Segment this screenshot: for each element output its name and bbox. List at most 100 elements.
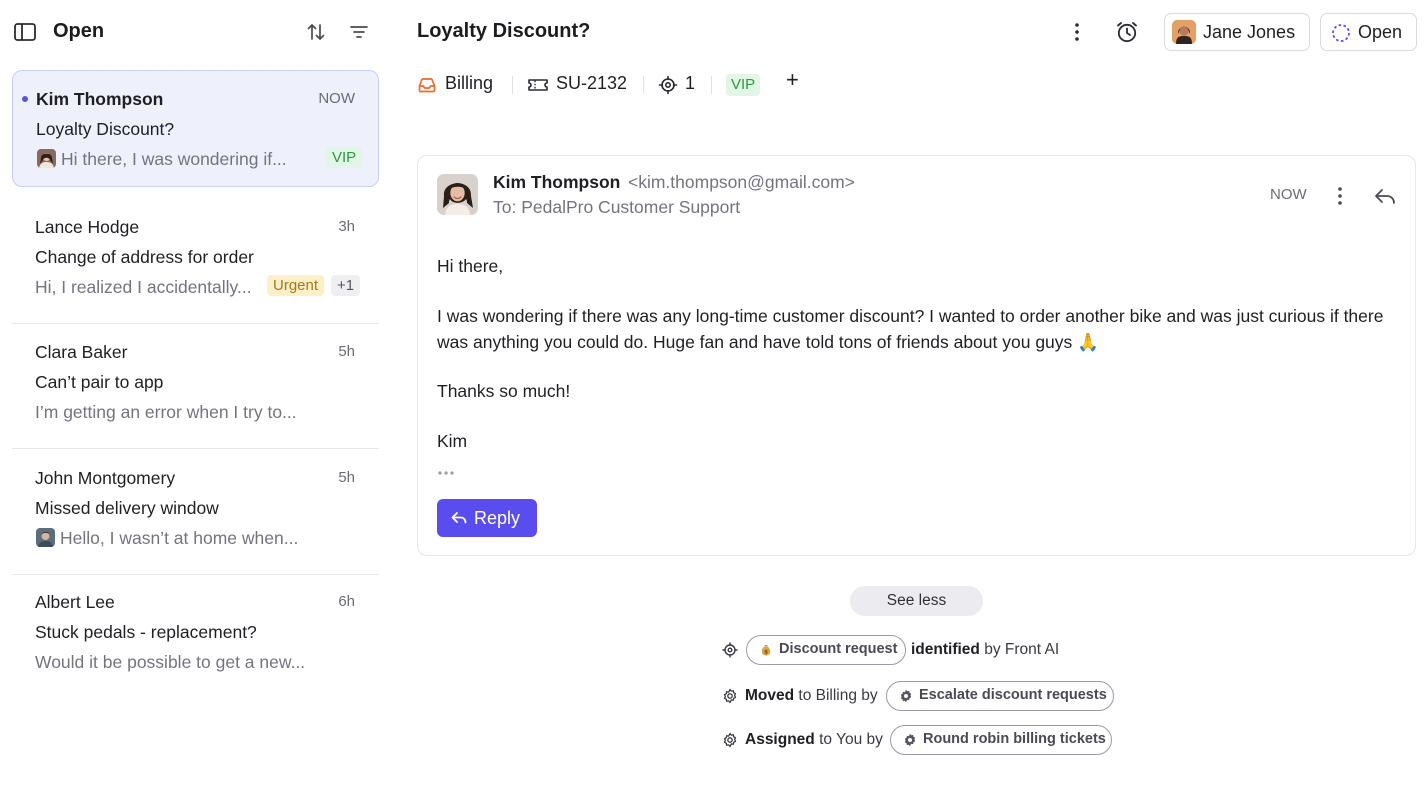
sort-icon[interactable]	[305, 21, 327, 43]
sidebar-toggle-icon[interactable]	[14, 22, 36, 42]
show-trimmed-content-icon[interactable]	[437, 468, 457, 478]
status-label: Open	[1358, 22, 1403, 42]
message-greeting: Hi there,	[437, 256, 504, 276]
assignee-avatar	[1172, 20, 1196, 44]
target-icon	[658, 75, 678, 95]
conversation-subject: Missed delivery window	[35, 498, 219, 518]
reply-button[interactable]: Reply	[437, 499, 537, 537]
tag-pill-label: Discount request	[779, 641, 898, 657]
conversation-preview: Hi there, I was wondering if...	[61, 149, 287, 169]
unread-dot	[22, 96, 28, 102]
activity-rest: to You by	[819, 731, 883, 748]
conversation-preview: Hello, I wasn’t at home when...	[60, 528, 299, 548]
conversation-preview: Hi, I realized I accidentally...	[35, 277, 252, 297]
activity-rest: by Front AI	[984, 641, 1060, 658]
conversation-sender: John Montgomery	[35, 468, 176, 488]
rule-pill[interactable]: Escalate discount requests	[886, 681, 1114, 711]
conversation-time: 3h	[338, 218, 355, 235]
conversation-item-kim-thompson[interactable]: Kim Thompson NOW Loyalty Discount? Hi th…	[12, 70, 379, 187]
sender-name: Kim Thompson	[493, 172, 621, 192]
assignee-button[interactable]: Jane Jones	[1164, 13, 1310, 51]
conversation-time: 5h	[338, 469, 355, 486]
vip-tag: VIP	[326, 147, 363, 168]
conversation-subject: Change of address for order	[35, 247, 254, 267]
conversation-item-albert-lee[interactable]: Albert Lee 6h Stuck pedals - replacement…	[12, 574, 379, 691]
sender-email: <kim.thompson@gmail.com>	[628, 172, 855, 192]
urgent-tag: Urgent	[267, 275, 325, 296]
message-more-options-icon[interactable]	[1329, 185, 1351, 207]
conversation-subject: Can’t pair to app	[35, 372, 164, 392]
separator	[643, 76, 644, 94]
activity-rest: to Billing by	[798, 687, 878, 704]
open-status-icon	[1332, 24, 1350, 42]
conversation-subject: Loyalty Discount?	[36, 119, 175, 139]
rule-pill-label: Escalate discount requests	[919, 687, 1107, 703]
email-message-card: Kim Thompson <kim.thompson@gmail.com> To…	[417, 155, 1416, 556]
assignee-name: Jane Jones	[1203, 22, 1296, 42]
activity-text: Moved to Billing by	[745, 687, 878, 705]
conversation-sender: Lance Hodge	[35, 217, 140, 237]
see-less-button[interactable]: See less	[850, 586, 983, 616]
conversation-item-john-montgomery[interactable]: John Montgomery 5h Missed delivery windo…	[12, 450, 379, 575]
reply-arrow-icon	[451, 512, 467, 524]
gear-icon	[900, 689, 912, 703]
status-button[interactable]: Open	[1320, 13, 1417, 51]
reply-button-label: Reply	[474, 508, 521, 528]
more-options-icon[interactable]	[1066, 21, 1088, 43]
money-bag-icon: $	[761, 645, 771, 656]
activity-verb: Assigned	[745, 731, 815, 748]
activity-item: Moved to Billing by Escalate discount re…	[722, 681, 1122, 711]
rule-pill-label: Round robin billing tickets	[923, 731, 1106, 747]
conversation-time: 5h	[338, 343, 355, 360]
inbox-chip[interactable]: Billing	[417, 70, 497, 100]
message-paragraph: I was wondering if there was any long-ti…	[437, 306, 1384, 352]
ai-count-chip[interactable]: 1	[658, 70, 698, 100]
activity-item: Assigned to You by Round robin billing t…	[722, 725, 1122, 755]
conversation-sender: Kim Thompson	[36, 89, 164, 109]
conversation-preview: Would it be possible to get a new...	[35, 652, 306, 672]
sidebar-header: Open	[0, 0, 392, 64]
gear-icon	[904, 733, 916, 747]
separator	[512, 76, 513, 94]
inbox-label: Billing	[445, 73, 494, 93]
sidebar-title: Open	[53, 20, 105, 42]
sender-avatar	[437, 174, 478, 215]
inbox-icon	[418, 78, 436, 93]
vip-tag[interactable]: VIP	[726, 74, 761, 96]
conversation-subject: Stuck pedals - replacement?	[35, 622, 257, 642]
reply-icon[interactable]	[1373, 184, 1397, 208]
target-icon	[722, 642, 738, 658]
message-time: NOW	[1270, 186, 1307, 203]
message-signature: Kim	[437, 431, 468, 451]
sender-avatar	[36, 528, 55, 547]
activity-verb: Moved	[745, 687, 795, 704]
svg-text:$: $	[764, 650, 768, 656]
divider	[12, 448, 379, 449]
filter-icon[interactable]	[348, 21, 370, 43]
ai-count: 1	[685, 73, 696, 93]
conversation-sender: Albert Lee	[35, 592, 115, 612]
ticket-id: SU-2132	[556, 73, 628, 93]
conversation-item-lance-hodge[interactable]: Lance Hodge 3h Change of address for ord…	[12, 199, 379, 324]
conversation-sender: Clara Baker	[35, 342, 128, 362]
conversation-item-clara-baker[interactable]: Clara Baker 5h Can’t pair to app I’m get…	[12, 324, 379, 449]
rule-pill[interactable]: Round robin billing tickets	[890, 725, 1112, 755]
message-thanks: Thanks so much!	[437, 381, 571, 401]
ticket-chip[interactable]: SU-2132	[527, 70, 632, 100]
snooze-alarm-icon[interactable]	[1115, 20, 1139, 44]
conversation-preview: I’m getting an error when I try to...	[35, 402, 297, 422]
conversation-time: NOW	[318, 90, 355, 107]
activity-text: identified by Front AI	[911, 641, 1059, 659]
ticket-icon	[528, 79, 548, 91]
conversation-time: 6h	[338, 593, 355, 610]
tag-pill[interactable]: $ Discount request	[746, 635, 906, 665]
separator	[711, 76, 712, 94]
gear-icon	[723, 732, 737, 748]
activity-verb: identified	[911, 641, 980, 658]
gear-icon	[723, 688, 737, 704]
conversation-sidebar: Open Kim Thompson NOW Loyalty Discount? …	[0, 0, 392, 793]
more-tags-count: +1	[331, 275, 361, 296]
activity-item: $ Discount request identified by Front A…	[722, 635, 1072, 665]
sender-avatar	[37, 149, 56, 168]
add-tag-button[interactable]: +	[786, 67, 806, 97]
